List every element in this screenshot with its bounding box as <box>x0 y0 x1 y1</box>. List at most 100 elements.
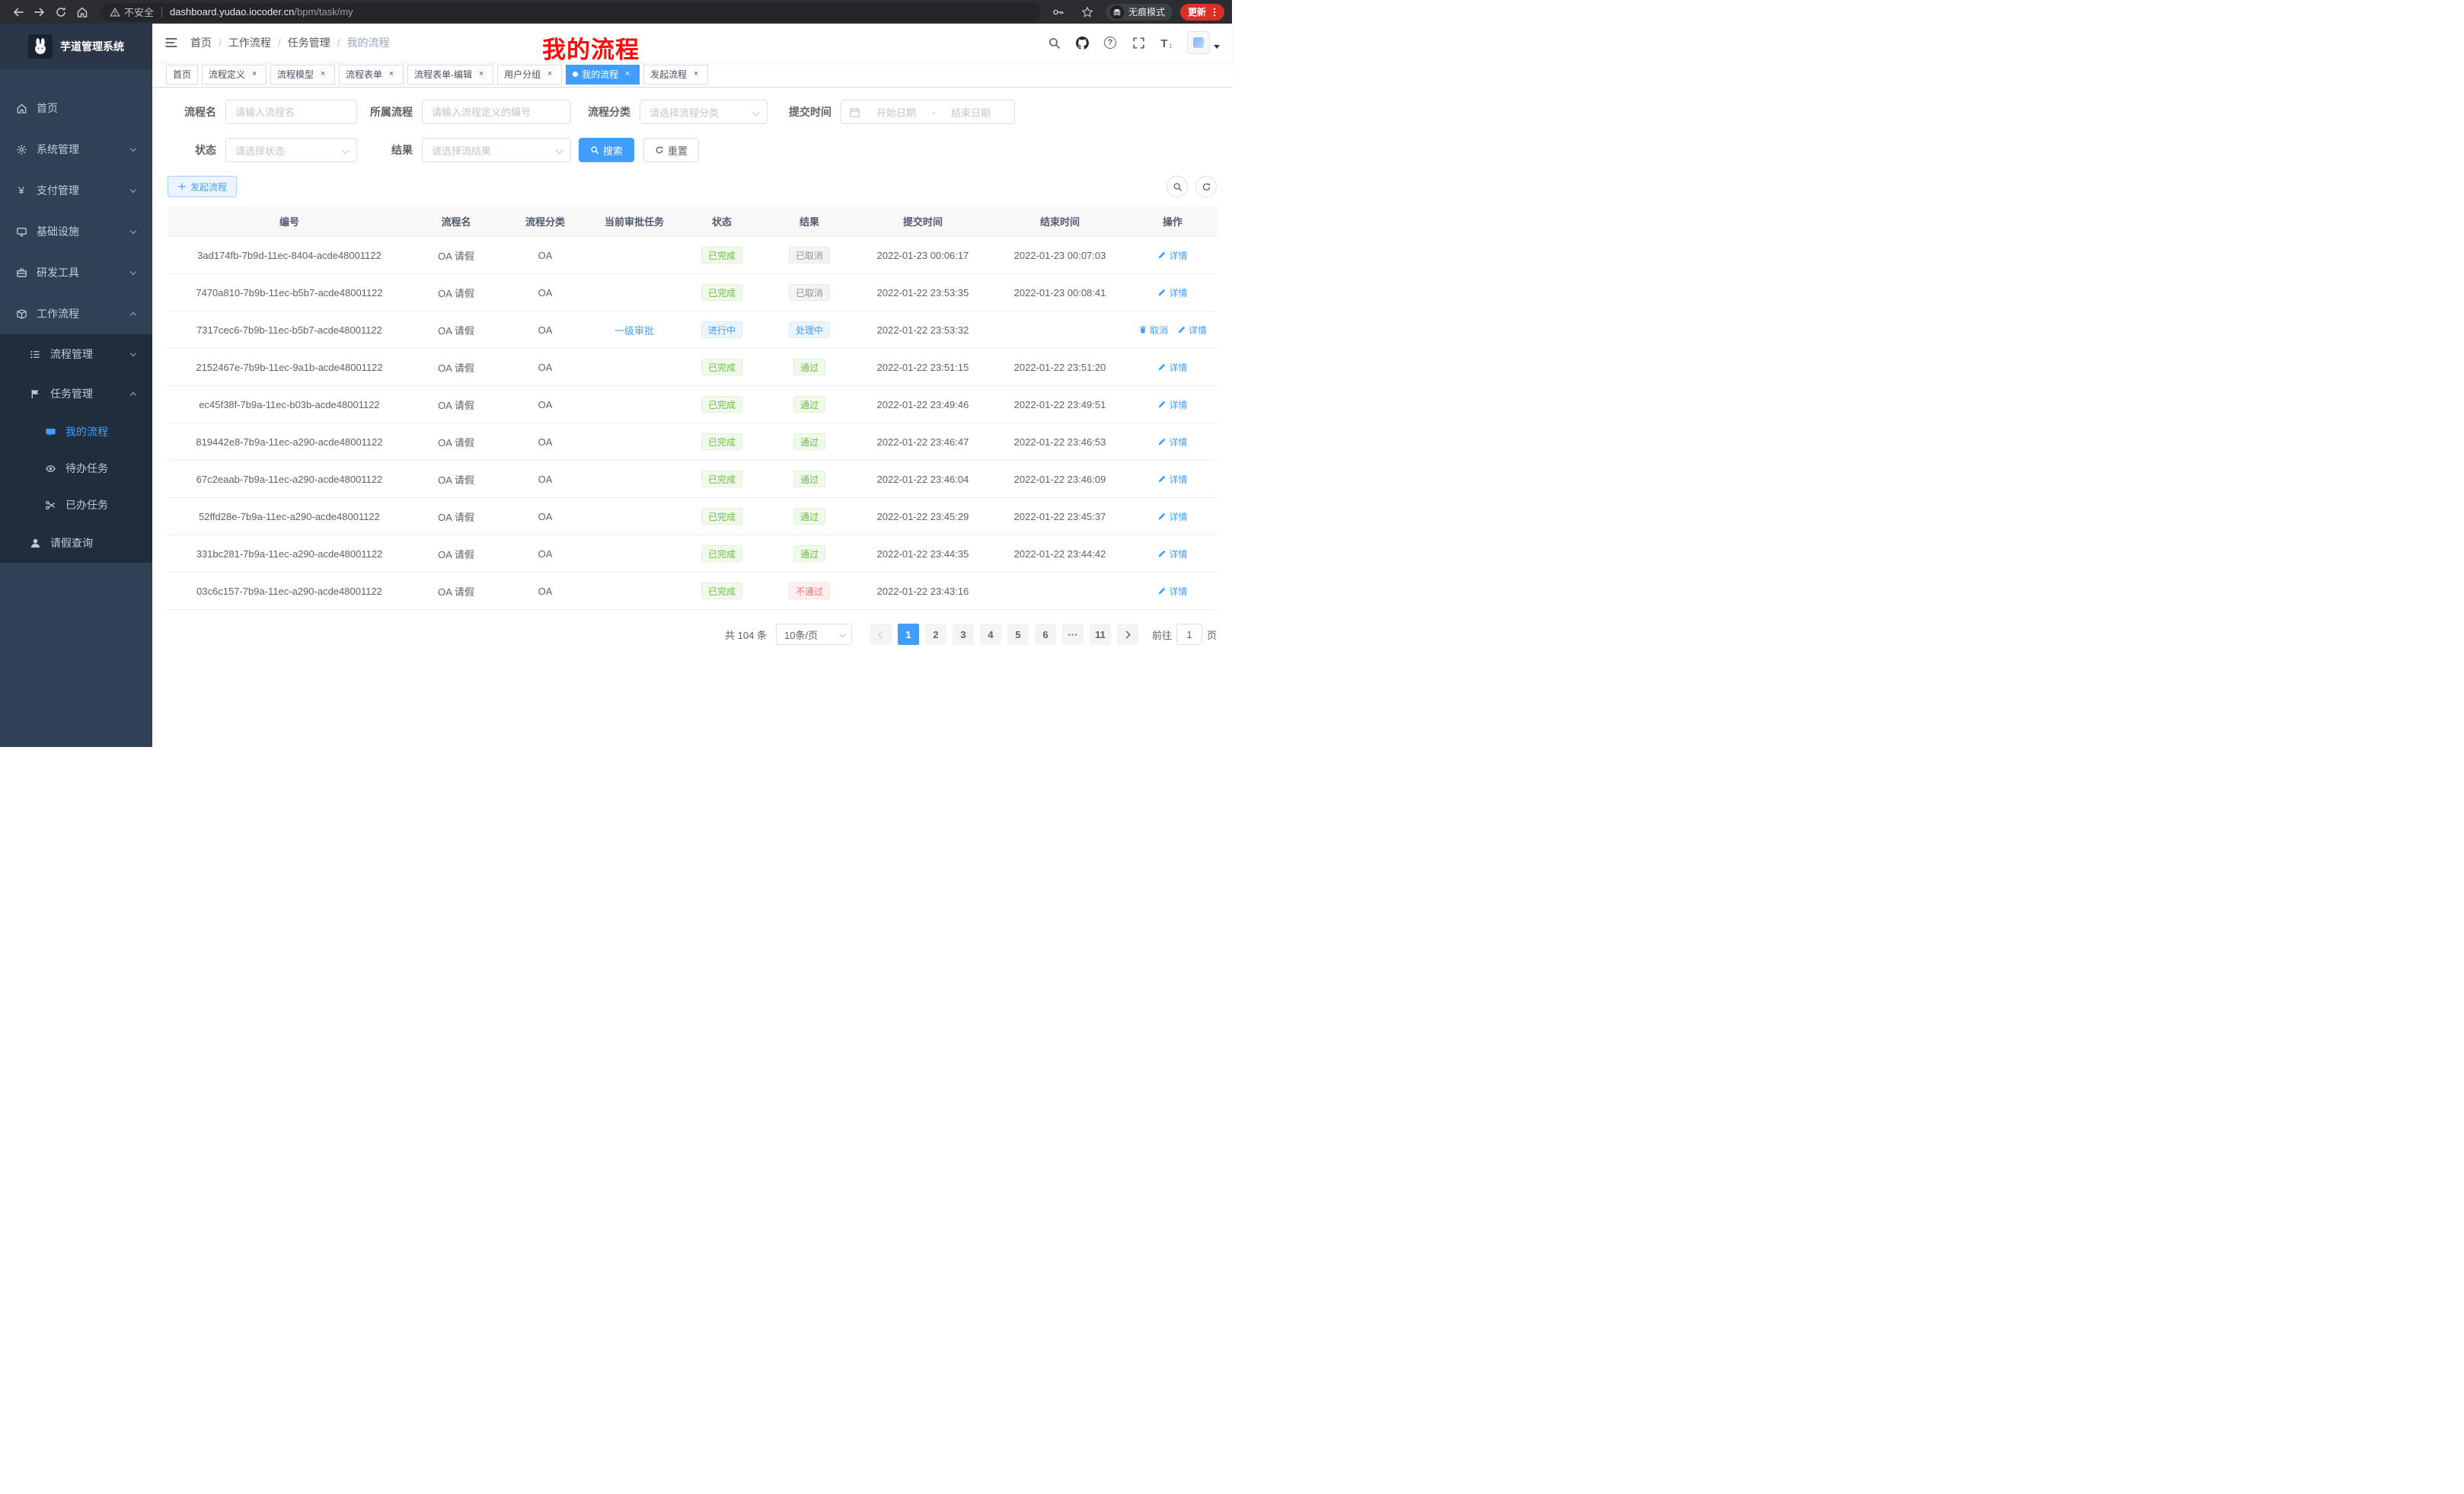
breadcrumb-item[interactable]: 首页 <box>190 35 212 50</box>
sidebar-item[interactable]: 研发工具 <box>0 252 152 293</box>
sidebar-item[interactable]: 基础设施 <box>0 211 152 252</box>
page-button[interactable]: 11 <box>1090 624 1111 645</box>
detail-action[interactable]: 详情 <box>1157 361 1187 374</box>
tab-item[interactable]: 用户分组× <box>497 65 562 85</box>
page-button[interactable]: 6 <box>1035 624 1056 645</box>
submit-time-range-picker[interactable]: 开始日期 - 结束日期 <box>841 100 1015 124</box>
security-label: 不安全 <box>124 5 154 19</box>
close-icon[interactable]: × <box>544 69 555 80</box>
detail-action[interactable]: 详情 <box>1157 510 1187 523</box>
tab-item[interactable]: 流程表单× <box>339 65 404 85</box>
close-icon[interactable]: × <box>318 69 328 80</box>
avatar-image <box>1187 31 1210 54</box>
close-icon[interactable]: × <box>476 69 487 80</box>
forward-icon[interactable] <box>29 3 50 21</box>
search-button[interactable]: 搜索 <box>579 138 634 162</box>
close-icon[interactable]: × <box>249 69 260 80</box>
content: 流程名 所属流程 流程分类 请选择流程分类 提交时间 开始日期 - 结束日期 <box>152 88 1232 747</box>
more-pages-button[interactable]: ··· <box>1062 624 1084 645</box>
back-icon[interactable] <box>8 3 29 21</box>
toggle-search-button[interactable] <box>1167 176 1188 197</box>
password-key-icon[interactable] <box>1048 3 1069 21</box>
search-icon[interactable] <box>1046 35 1061 50</box>
tab-item[interactable]: 流程模型× <box>270 65 335 85</box>
page-button[interactable]: 1 <box>898 624 919 645</box>
detail-action[interactable]: 详情 <box>1157 585 1187 598</box>
sidebar-item[interactable]: 任务管理 <box>0 374 152 413</box>
page-buttons: 123456 ··· 11 <box>895 624 1114 645</box>
close-icon[interactable]: × <box>691 69 701 80</box>
tab-item[interactable]: 流程表单-编辑× <box>407 65 493 85</box>
tab-item[interactable]: 流程定义× <box>202 65 267 85</box>
detail-action[interactable]: 详情 <box>1157 286 1187 299</box>
page-button[interactable]: 4 <box>980 624 1001 645</box>
column-header: 流程分类 <box>501 214 589 228</box>
tab-item[interactable]: 发起流程× <box>643 65 708 85</box>
page-button[interactable]: 3 <box>953 624 974 645</box>
sidebar-item-label: 基础设施 <box>37 224 131 239</box>
create-process-button[interactable]: 发起流程 <box>168 176 237 197</box>
update-button[interactable]: 更新 <box>1180 4 1224 21</box>
reset-button[interactable]: 重置 <box>643 138 699 162</box>
prev-page-button[interactable] <box>870 624 892 645</box>
detail-action[interactable]: 详情 <box>1157 249 1187 262</box>
status-cell: 进行中 <box>679 321 764 338</box>
action-label: 详情 <box>1169 361 1187 374</box>
close-icon[interactable]: × <box>622 69 633 80</box>
detail-action[interactable]: 详情 <box>1157 436 1187 449</box>
github-icon[interactable] <box>1074 35 1090 50</box>
parent-process-input[interactable] <box>422 100 571 124</box>
detail-action[interactable]: 详情 <box>1177 324 1207 337</box>
bookmark-star-icon[interactable] <box>1077 3 1098 21</box>
sidebar-item[interactable]: ¥支付管理 <box>0 170 152 211</box>
user-avatar[interactable] <box>1187 31 1220 54</box>
table-row: ec45f38f-7b9a-11ec-b03b-acde48001122OA 请… <box>168 386 1217 423</box>
next-page-button[interactable] <box>1117 624 1138 645</box>
home-icon[interactable] <box>72 3 93 21</box>
category-select[interactable]: 请选择流程分类 <box>640 100 768 124</box>
font-size-icon[interactable]: T↕ <box>1159 35 1174 50</box>
table-row: 7317cec6-7b9b-11ec-b5b7-acde48001122OA 请… <box>168 311 1217 349</box>
page-size-select[interactable]: 10条/页 <box>776 624 852 645</box>
sidebar-item[interactable]: 已办任务 <box>0 487 152 523</box>
sidebar-item[interactable]: 流程管理 <box>0 334 152 374</box>
sidebar-item-label: 待办任务 <box>65 461 152 476</box>
end-cell: 2022-01-22 23:51:20 <box>991 362 1128 373</box>
close-icon[interactable]: × <box>386 69 397 80</box>
detail-action[interactable]: 详情 <box>1157 473 1187 486</box>
tab-item[interactable]: 首页 <box>166 65 198 85</box>
fullscreen-icon[interactable] <box>1131 35 1146 50</box>
refresh-table-button[interactable] <box>1195 176 1217 197</box>
action-label: 详情 <box>1169 510 1187 523</box>
detail-action[interactable]: 详情 <box>1157 547 1187 560</box>
cancel-action[interactable]: 取消 <box>1138 324 1168 337</box>
reset-button-label: 重置 <box>668 143 688 158</box>
address-bar[interactable]: 不安全 dashboard.yudao.iocoder.cn/bpm/task/… <box>101 3 1040 21</box>
breadcrumb-item[interactable]: 任务管理 <box>288 35 330 50</box>
hamburger-icon[interactable] <box>152 36 190 49</box>
app-logo[interactable]: 芋道管理系统 <box>0 24 152 69</box>
sidebar-item[interactable]: 我的流程 <box>0 413 152 450</box>
page-button[interactable]: 5 <box>1007 624 1029 645</box>
sidebar-item[interactable]: 工作流程 <box>0 293 152 334</box>
goto-page-input[interactable] <box>1176 624 1202 645</box>
security-chip[interactable]: 不安全 <box>110 5 154 19</box>
id-cell: 52ffd28e-7b9a-11ec-a290-acde48001122 <box>168 511 411 522</box>
process-name-input[interactable] <box>225 100 357 124</box>
detail-action[interactable]: 详情 <box>1157 398 1187 411</box>
breadcrumb-item[interactable]: 工作流程 <box>228 35 271 50</box>
submit-time-label: 提交时间 <box>768 104 841 120</box>
reload-icon[interactable] <box>50 3 72 21</box>
sidebar-item[interactable]: 首页 <box>0 88 152 129</box>
status-select[interactable]: 请选择状态 <box>225 138 357 162</box>
result-select[interactable]: 请选择流结果 <box>422 138 571 162</box>
id-cell: 819442e8-7b9a-11ec-a290-acde48001122 <box>168 436 411 448</box>
scissors-icon <box>44 499 56 511</box>
tab-active[interactable]: 我的流程× <box>566 65 640 85</box>
help-icon[interactable]: ? <box>1103 35 1118 50</box>
current-task-link[interactable]: 一级审批 <box>614 323 654 337</box>
sidebar-item[interactable]: 系统管理 <box>0 129 152 170</box>
sidebar-item[interactable]: 待办任务 <box>0 450 152 487</box>
page-button[interactable]: 2 <box>925 624 946 645</box>
sidebar-item[interactable]: 请假查询 <box>0 523 152 563</box>
